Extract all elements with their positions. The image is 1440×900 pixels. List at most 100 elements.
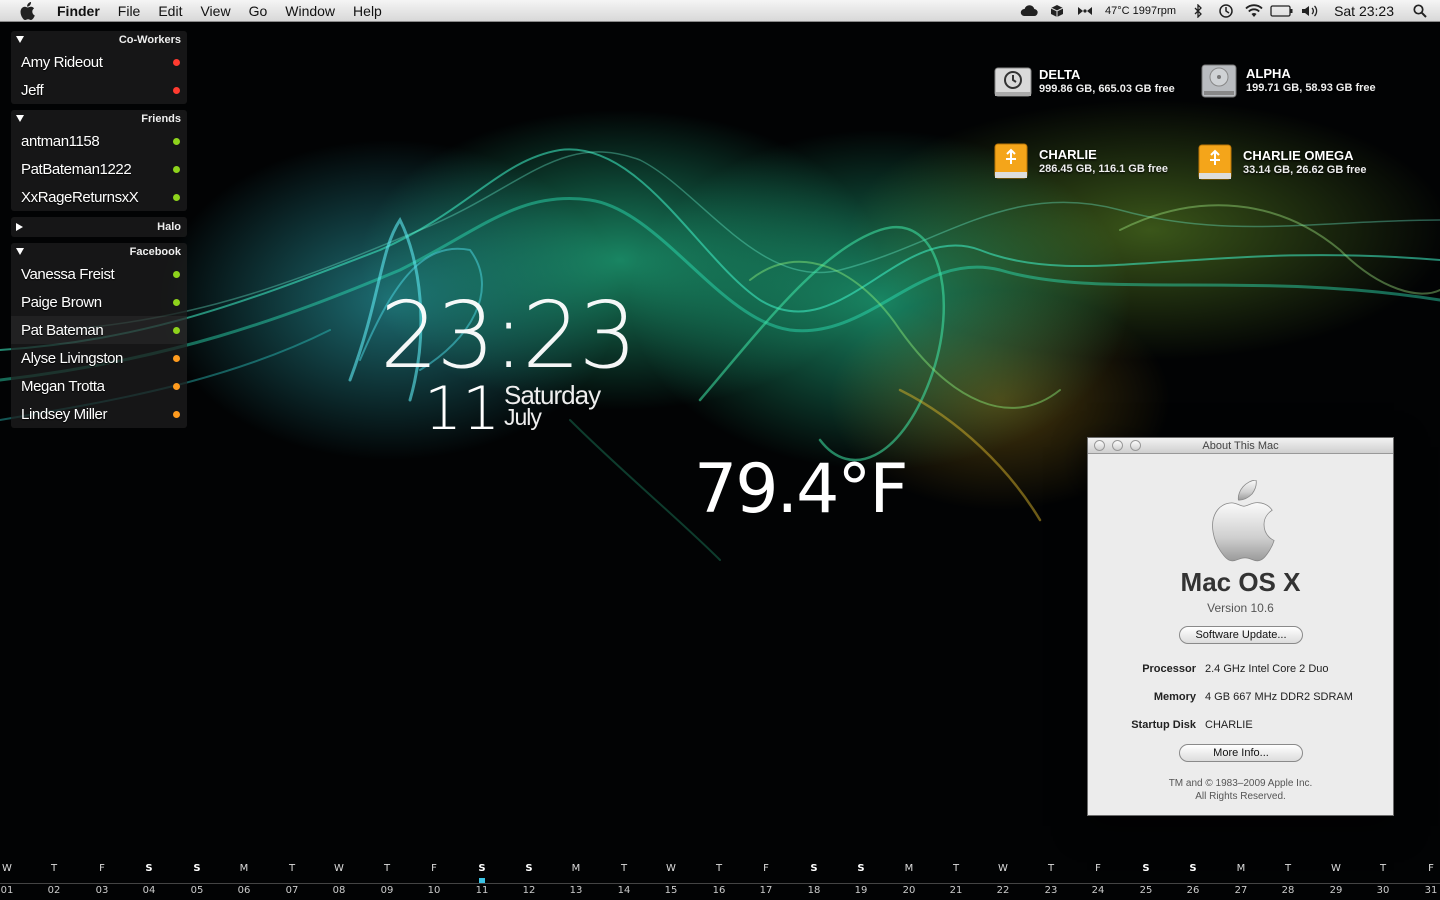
spotlight-search-icon[interactable] — [1408, 0, 1432, 22]
calendar-day[interactable]: W 01 — [0, 862, 19, 898]
calendar-day[interactable]: S 19 — [849, 862, 873, 898]
calendar-day[interactable]: F 24 — [1086, 862, 1110, 898]
calendar-tick — [564, 876, 588, 884]
menu-view[interactable]: View — [191, 0, 239, 22]
contact-row[interactable]: Jeff — [11, 76, 187, 104]
apple-menu-icon[interactable] — [19, 1, 39, 21]
desktop[interactable]: Finder File Edit View Go Window Help 47°… — [0, 0, 1440, 900]
calendar-day[interactable]: M 20 — [897, 862, 921, 898]
usb-drive-icon — [1198, 144, 1232, 180]
calendar-day[interactable]: M 06 — [232, 862, 256, 898]
window-titlebar[interactable]: About This Mac — [1088, 438, 1393, 454]
calendar-day[interactable]: F 10 — [422, 862, 446, 898]
zoom-button-icon[interactable] — [1130, 440, 1141, 451]
calendar-weekday-letter: M — [571, 863, 581, 874]
calendar-day[interactable]: S 11 — [470, 862, 494, 898]
close-button-icon[interactable] — [1094, 440, 1105, 451]
group-header[interactable]: Friends — [11, 110, 187, 127]
calendar-day[interactable]: T 28 — [1276, 862, 1300, 898]
buddy-group-friends: Friends antman1158 PatBateman1222 XxRage… — [11, 110, 187, 211]
temperature-fan-readout[interactable]: 47°C 1997rpm — [1105, 5, 1176, 17]
calendar-weekday-letter: T — [383, 863, 391, 874]
battery-icon[interactable] — [1270, 0, 1294, 22]
menu-edit[interactable]: Edit — [149, 0, 191, 22]
group-header[interactable]: Co-Workers — [11, 31, 187, 48]
calendar-tick — [327, 876, 351, 884]
calendar-day-number: 11 — [475, 885, 489, 896]
calendar-day[interactable]: T 16 — [707, 862, 731, 898]
about-this-mac-window[interactable]: About This Mac Mac OS X Version 10.6 Sof… — [1087, 437, 1394, 816]
disclosure-triangle-icon[interactable] — [16, 248, 24, 255]
app-menu-finder[interactable]: Finder — [53, 0, 109, 22]
drive-charlie[interactable]: CHARLIE 286.45 GB, 116.1 GB free — [993, 137, 1203, 187]
contact-name: Pat Bateman — [21, 321, 104, 339]
software-update-button[interactable]: Software Update... — [1179, 626, 1303, 644]
group-header[interactable]: Facebook — [11, 243, 187, 260]
status-dot-icon — [173, 86, 180, 94]
disclosure-triangle-icon[interactable] — [16, 115, 24, 122]
calendar-tick — [280, 876, 304, 884]
volume-icon[interactable] — [1298, 0, 1322, 22]
contact-row[interactable]: Pat Bateman — [11, 316, 187, 344]
contact-row[interactable]: antman1158 — [11, 127, 187, 155]
group-header[interactable]: Halo — [11, 217, 187, 237]
contact-row[interactable]: Lindsey Miller — [11, 400, 187, 428]
calendar-day[interactable]: F 03 — [90, 862, 114, 898]
calendar-day[interactable]: T 02 — [42, 862, 66, 898]
calendar-day[interactable]: T 30 — [1371, 862, 1395, 898]
calendar-day[interactable]: W 15 — [659, 862, 683, 898]
calendar-day[interactable]: T 14 — [612, 862, 636, 898]
drive-alpha[interactable]: ALPHA 199.71 GB, 58.93 GB free — [1200, 56, 1410, 106]
calendar-day[interactable]: W 29 — [1324, 862, 1348, 898]
menu-help[interactable]: Help — [344, 0, 391, 22]
cube-icon[interactable] — [1045, 0, 1069, 22]
calendar-day[interactable]: T 23 — [1039, 862, 1063, 898]
contact-row[interactable]: Megan Trotta — [11, 372, 187, 400]
group-name: Facebook — [129, 245, 181, 258]
time-machine-icon[interactable] — [1214, 0, 1238, 22]
calendar-day[interactable]: F 31 — [1419, 862, 1440, 898]
contact-row[interactable]: XxRageReturnsxX — [11, 183, 187, 211]
drive-charlie-omega[interactable]: CHARLIE OMEGA 33.14 GB, 26.62 GB free — [1197, 138, 1407, 188]
calendar-day[interactable]: S 12 — [517, 862, 541, 898]
calendar-day[interactable]: W 08 — [327, 862, 351, 898]
status-dot-icon — [173, 326, 180, 334]
calendar-day[interactable]: T 09 — [375, 862, 399, 898]
calendar-tick — [754, 876, 778, 884]
calendar-day[interactable]: S 04 — [137, 862, 161, 898]
calendar-day[interactable]: F 17 — [754, 862, 778, 898]
contact-row[interactable]: Alyse Livingston — [11, 344, 187, 372]
menu-file[interactable]: File — [109, 0, 150, 22]
menu-go[interactable]: Go — [240, 0, 277, 22]
bluetooth-icon[interactable] — [1186, 0, 1210, 22]
calendar-day[interactable]: S 18 — [802, 862, 826, 898]
contact-row[interactable]: Amy Rideout — [11, 48, 187, 76]
temperature-fan-icon[interactable] — [1073, 0, 1097, 22]
contact-row[interactable]: PatBateman1222 — [11, 155, 187, 183]
more-info-button[interactable]: More Info... — [1179, 744, 1303, 762]
contact-name: XxRageReturnsxX — [21, 188, 139, 206]
menubar-clock[interactable]: Sat 23:23 — [1334, 3, 1394, 19]
calendar-day[interactable]: T 07 — [280, 862, 304, 898]
calendar-day[interactable]: M 13 — [564, 862, 588, 898]
calendar-weekday-letter: T — [715, 863, 723, 874]
contact-row[interactable]: Paige Brown — [11, 288, 187, 316]
wifi-icon[interactable] — [1242, 0, 1266, 22]
calendar-tick — [1324, 876, 1348, 884]
spec-row-startup-disk: Startup Disk CHARLIE — [1088, 719, 1393, 733]
calendar-day-number: 05 — [190, 885, 204, 896]
disclosure-triangle-collapsed-icon[interactable] — [16, 223, 23, 231]
calendar-day[interactable]: S 26 — [1181, 862, 1205, 898]
calendar-day[interactable]: S 25 — [1134, 862, 1158, 898]
drive-delta[interactable]: DELTA 999.86 GB, 665.03 GB free — [993, 57, 1203, 107]
cloud-icon[interactable] — [1017, 0, 1041, 22]
contact-row[interactable]: Vanessa Freist — [11, 260, 187, 288]
disclosure-triangle-icon[interactable] — [16, 36, 24, 43]
calendar-day[interactable]: S 05 — [185, 862, 209, 898]
calendar-day[interactable]: W 22 — [991, 862, 1015, 898]
group-name: Friends — [141, 112, 181, 125]
calendar-day[interactable]: M 27 — [1229, 862, 1253, 898]
minimize-button-icon[interactable] — [1112, 440, 1123, 451]
menu-window[interactable]: Window — [276, 0, 344, 22]
calendar-day[interactable]: T 21 — [944, 862, 968, 898]
